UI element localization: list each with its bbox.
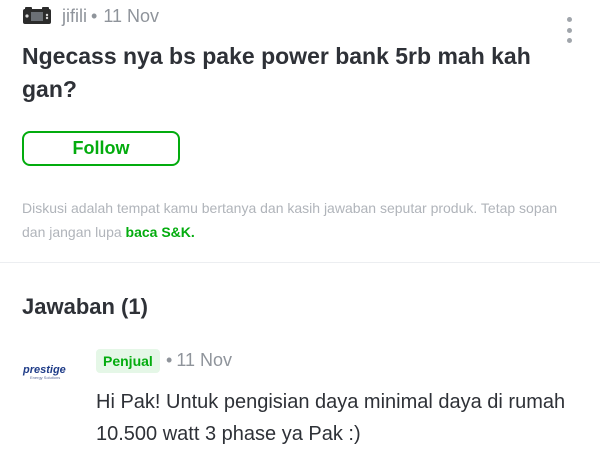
seller-badge: Penjual — [96, 349, 160, 373]
answers-heading: Jawaban (1) — [22, 294, 148, 319]
section-divider — [0, 262, 600, 263]
question-text: Ngecass nya bs pake power bank 5rb mah k… — [22, 43, 531, 102]
meta-separator: • — [91, 5, 98, 26]
menu-dot — [566, 17, 572, 22]
gamepad-avatar-icon[interactable] — [22, 5, 52, 27]
seller-logo[interactable]: prestige Energy Solutions — [22, 362, 70, 382]
question-username[interactable]: jifili — [62, 6, 87, 27]
question-date: 11 Nov — [103, 5, 160, 26]
answer-date-row: • 11 Nov — [166, 350, 232, 371]
follow-button[interactable]: Follow — [22, 131, 180, 166]
seller-logo-subtext: Energy Solutions — [30, 375, 60, 380]
question-meta: jifili • 11 Nov — [22, 4, 159, 28]
discussion-notice: Diskusi adalah tempat kamu bertanya dan … — [22, 196, 582, 244]
notice-text: Diskusi adalah tempat kamu bertanya dan … — [22, 200, 558, 240]
answer-text: Hi Pak! Untuk pengisian daya minimal day… — [96, 391, 566, 445]
discussion-page: jifili • 11 Nov Ngecass nya bs pake powe… — [0, 0, 600, 465]
menu-dot — [566, 27, 572, 33]
answer-separator: • — [166, 350, 173, 370]
terms-link[interactable]: baca S&K. — [126, 224, 195, 240]
answer-date: 11 Nov — [176, 350, 233, 370]
